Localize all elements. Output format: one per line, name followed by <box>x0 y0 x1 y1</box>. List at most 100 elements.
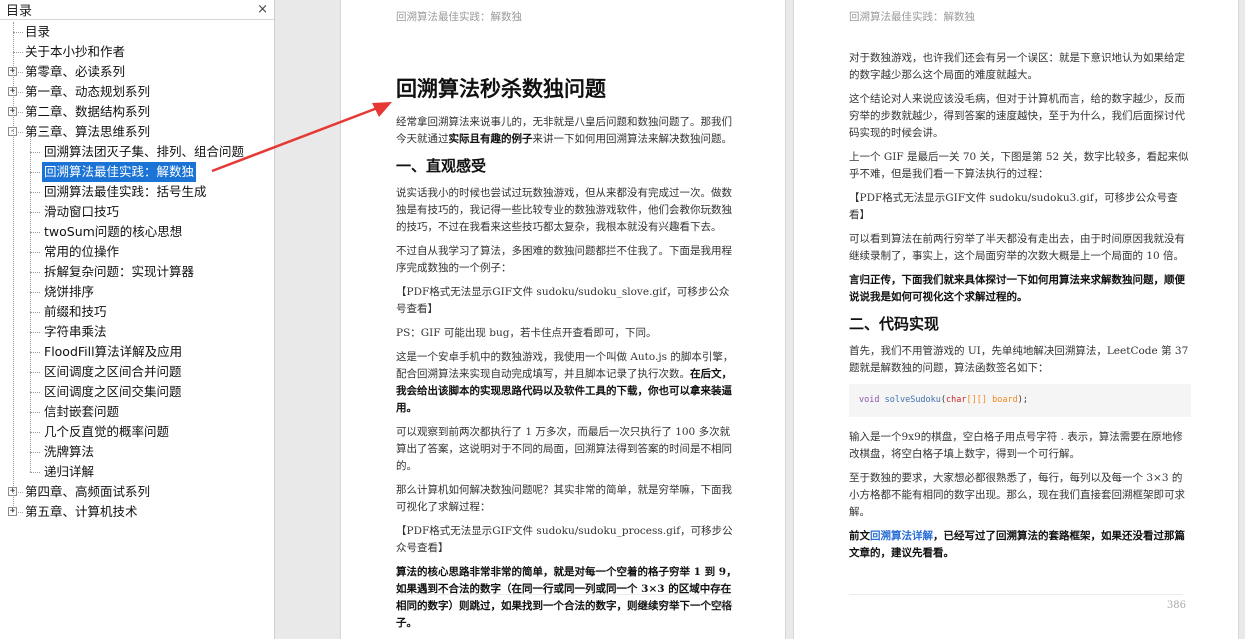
toc-item[interactable]: + 第五章、计算机技术 <box>0 502 274 522</box>
toc-item-label: 第五章、计算机技术 <box>25 504 138 519</box>
gif-placeholder: 【PDF格式无法显示GIF文件 sudoku/sudoku3.gif，可移步公众… <box>849 192 1178 221</box>
gif-placeholder: 【PDF格式无法显示GIF文件 sudoku/sudoku_slove.gif，… <box>396 286 730 315</box>
toc-item-label: 第四章、高频面试系列 <box>25 484 151 499</box>
paragraph: 输入是一个9x9的棋盘，空白格子用点号字符 . 表示，算法需要在原地修改棋盘，将… <box>849 431 1183 460</box>
toc-item[interactable]: twoSum问题的核心思想 <box>0 222 274 242</box>
toc-header: 目录 × <box>0 0 274 20</box>
toc-item-label: 目录 <box>25 24 51 39</box>
paragraph: 对于数独游戏，也许我们还会有另一个误区：就是下意识地认为如果给定的数字越少那么这… <box>849 52 1185 81</box>
toc-item[interactable]: 几个反直觉的概率问题 <box>0 422 274 442</box>
footer-divider <box>396 594 730 595</box>
toc-item-label: 字符串乘法 <box>44 324 107 339</box>
toc-item[interactable]: 区间调度之区间交集问题 <box>0 382 274 402</box>
tree-connector <box>30 372 40 373</box>
toc-item-label: 区间调度之区间合并问题 <box>44 364 182 379</box>
page-number: 385 <box>713 600 733 611</box>
toc-item-label: 滑动窗口技巧 <box>44 204 120 219</box>
tree-connector <box>13 52 23 53</box>
tree-connector <box>30 212 40 213</box>
toc-item-label: twoSum问题的核心思想 <box>44 224 183 239</box>
chapter-title: 回溯算法秒杀数独问题 <box>396 76 606 101</box>
paragraph: 那么计算机如何解决数独问题呢？其实非常的简单，就是穷举嘛，下面我可视化了求解过程… <box>396 484 732 513</box>
toc-item-label: 回溯算法最佳实践：解数独 <box>42 162 197 182</box>
pdf-page-385: 回溯算法最佳实践：解数独 回溯算法秒杀数独问题 经常拿回溯算法来说事儿的，无非就… <box>340 0 786 639</box>
toc-item[interactable]: 目录 <box>0 22 274 42</box>
toc-item[interactable]: 滑动窗口技巧 <box>0 202 274 222</box>
toc-item[interactable]: 拆解复杂问题：实现计算器 <box>0 262 274 282</box>
close-icon[interactable]: × <box>257 2 268 17</box>
page-content: 回溯算法秒杀数独问题 经常拿回溯算法来说事儿的，无非就是八皇后问题和数独问题了。… <box>396 74 738 639</box>
toc-item[interactable]: 洗牌算法 <box>0 442 274 462</box>
toc-item[interactable]: 烧饼排序 <box>0 282 274 302</box>
tree-connector <box>30 332 40 333</box>
paragraph: 言归正传，下面我们就来具体探讨一下如何用算法来求解数独问题，顺便说说我是如何可视… <box>849 274 1185 303</box>
tree-connector <box>30 412 40 413</box>
paragraph: PS：GIF 可能出现 bug，若卡住点开查看即可，下同。 <box>396 327 657 339</box>
toc-item-label: 第三章、算法思维系列 <box>25 124 151 139</box>
tree-connector <box>30 312 40 313</box>
toc-item[interactable]: 字符串乘法 <box>0 322 274 342</box>
toc-item-label: 几个反直觉的概率问题 <box>44 424 170 439</box>
toc-item[interactable]: 信封嵌套问题 <box>0 402 274 422</box>
gif-placeholder: 【PDF格式无法显示GIF文件 sudoku/sudoku_process.gi… <box>396 525 733 554</box>
tree-connector <box>30 192 40 193</box>
toc-item[interactable]: 回溯算法团灭子集、排列、组合问题 <box>0 142 274 162</box>
backtrack-article-link[interactable]: 回溯算法详解 <box>870 530 933 542</box>
toc-item[interactable]: 前缀和技巧 <box>0 302 274 322</box>
toc-item-label: 拆解复杂问题：实现计算器 <box>44 264 195 279</box>
intro-paragraph: 经常拿回溯算法来说事儿的，无非就是八皇后问题和数独问题了。那我们今天就通过实际且… <box>396 116 732 145</box>
section-heading: 一、直观感受 <box>396 157 487 175</box>
toc-item[interactable]: + 第零章、必读系列 <box>0 62 274 82</box>
toc-item[interactable]: FloodFill算法详解及应用 <box>0 342 274 362</box>
toc-title: 目录 <box>6 4 33 19</box>
running-head: 回溯算法最佳实践：解数独 <box>849 11 975 23</box>
paragraph: 这是一个安卓手机中的数独游戏，我使用一个叫做 Auto.js 的脚本引擎，配合回… <box>396 351 734 414</box>
tree-connector <box>30 352 40 353</box>
footer-divider <box>849 594 1183 595</box>
toc-item[interactable]: 关于本小抄和作者 <box>0 42 274 62</box>
toc-item[interactable]: 常用的位操作 <box>0 242 274 262</box>
paragraph: 前文回溯算法详解，已经写过了回溯算法的套路框架，如果还没看过那篇文章的，建议先看… <box>849 530 1185 559</box>
tree-connector <box>30 472 40 473</box>
toc-item[interactable]: 回溯算法最佳实践：括号生成 <box>0 182 274 202</box>
tree-connector <box>30 152 40 153</box>
toc-item-label: 关于本小抄和作者 <box>25 44 126 59</box>
toc-item-label: 洗牌算法 <box>44 444 95 459</box>
toc-item-label: 回溯算法最佳实践：括号生成 <box>44 184 207 199</box>
paragraph: 上一个 GIF 是最后一关 70 关，下图是第 52 关，数字比较多，看起来似乎… <box>849 151 1189 180</box>
code-block: void solveSudoku(char[][] board); <box>849 384 1191 417</box>
tree-connector <box>30 452 40 453</box>
toc-item-label: 常用的位操作 <box>44 244 120 259</box>
tree-connector <box>30 272 40 273</box>
toc-item[interactable]: + 第二章、数据结构系列 <box>0 102 274 122</box>
tree-connector <box>13 22 14 512</box>
tree-connector <box>30 292 40 293</box>
toc-item[interactable]: - 第三章、算法思维系列 <box>0 122 274 142</box>
toc-sidebar: 目录 × 目录关于本小抄和作者 + 第零章、必读系列 + 第一章、动态规划系列 + 第二章、… <box>0 0 275 639</box>
running-head: 回溯算法最佳实践：解数独 <box>396 11 522 23</box>
pdf-page-386: 回溯算法最佳实践：解数独 对于数独游戏，也许我们还会有另一个误区：就是下意识地认… <box>793 0 1239 639</box>
paragraph: 说实话我小的时候也尝试过玩数独游戏，但从来都没有完成过一次。做数独是有技巧的，我… <box>396 187 732 233</box>
paragraph: 至于数独的要求，大家想必都很熟悉了，每行，每列以及每一个 3×3 的小方格都不能… <box>849 472 1185 518</box>
toc-item[interactable]: + 第一章、动态规划系列 <box>0 82 274 102</box>
toc-item-label: 回溯算法团灭子集、排列、组合问题 <box>44 144 245 159</box>
paragraph: 这个结论对人来说应该没毛病，但对于计算机而言，给的数字越少，反而穷举的步数就越少… <box>849 93 1185 139</box>
tree-connector <box>30 137 31 472</box>
tree-connector <box>30 172 40 173</box>
toc-item-label: 第二章、数据结构系列 <box>25 104 151 119</box>
toc-item-label: 第零章、必读系列 <box>25 64 126 79</box>
paragraph: 不过自从我学习了算法，多困难的数独问题都拦不住我了。下面是我用程序完成数独的一个… <box>396 245 732 274</box>
paragraph: 可以看到算法在前两行穷举了半天都没有走出去，由于时间原因我就没有继续录制了，事实… <box>849 233 1185 262</box>
toc-item-label: 第一章、动态规划系列 <box>25 84 151 99</box>
page-content: 对于数独游戏，也许我们还会有另一个误区：就是下意识地认为如果给定的数字越少那么这… <box>849 50 1191 569</box>
toc-item[interactable]: + 第四章、高频面试系列 <box>0 482 274 502</box>
toc-item-label: 信封嵌套问题 <box>44 404 120 419</box>
section-heading: 二、代码实现 <box>849 315 940 333</box>
toc-item-label: 区间调度之区间交集问题 <box>44 384 182 399</box>
toc-item[interactable]: 区间调度之区间合并问题 <box>0 362 274 382</box>
toc-item[interactable]: 递归详解 <box>0 462 274 482</box>
tree-connector <box>13 32 23 33</box>
toc-item-label: 烧饼排序 <box>44 284 95 299</box>
toc-item[interactable]: 回溯算法最佳实践：解数独 <box>0 162 274 182</box>
toc-item-label: FloodFill算法详解及应用 <box>44 344 183 359</box>
